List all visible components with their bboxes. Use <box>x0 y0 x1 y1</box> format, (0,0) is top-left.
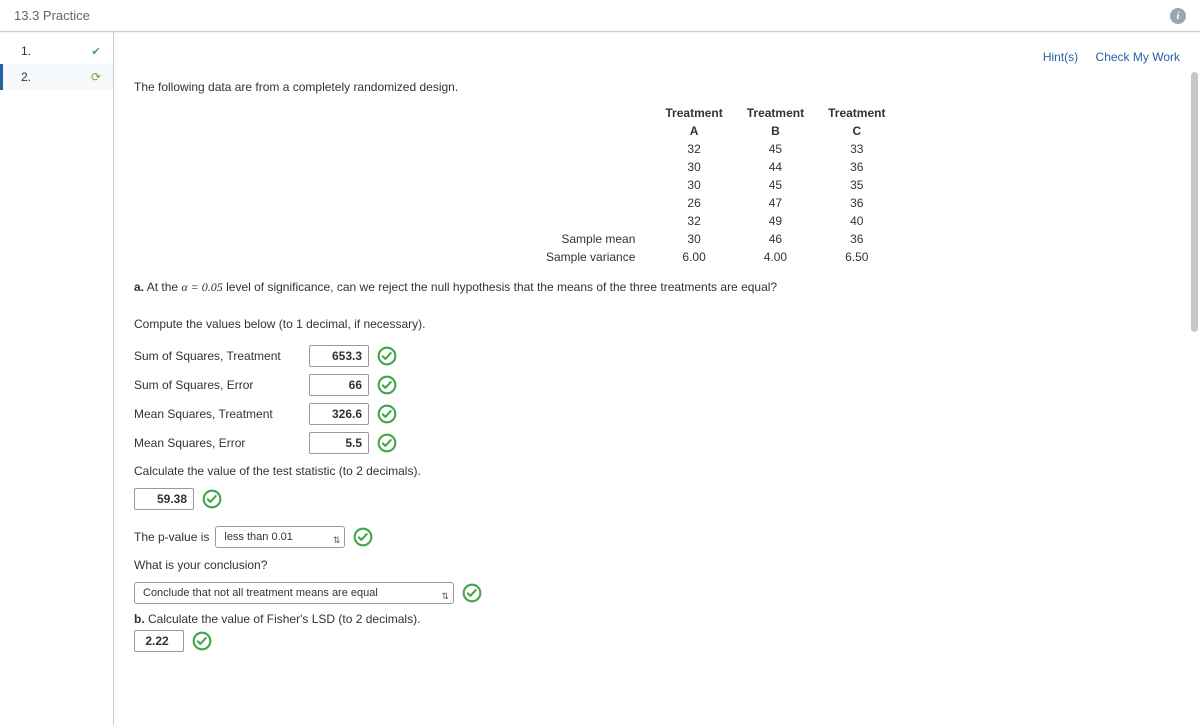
question-a: a. At the α = 0.05 level of significance… <box>134 280 1154 295</box>
main-content: Hint(s) Check My Work The following data… <box>114 32 1200 725</box>
mst-input[interactable]: 326.6 <box>309 403 369 425</box>
conclusion-question: What is your conclusion? <box>134 558 1154 572</box>
page-header: 13.3 Practice i <box>0 0 1200 32</box>
page-title: 13.3 Practice <box>14 8 90 23</box>
mse-input[interactable]: 5.5 <box>309 432 369 454</box>
scrollbar-thumb[interactable] <box>1191 72 1198 332</box>
question-nav: 1. ✔ 2. ⟳ <box>0 32 114 725</box>
data-table: Treatment Treatment Treatment A B C 3245… <box>534 104 1154 266</box>
top-actions: Hint(s) Check My Work <box>1029 50 1180 64</box>
fstat-input[interactable]: 59.38 <box>134 488 194 510</box>
correct-icon <box>377 404 397 424</box>
correct-icon <box>377 375 397 395</box>
compute-instruction: Compute the values below (to 1 decimal, … <box>134 317 1154 331</box>
question-b: b. Calculate the value of Fisher's LSD (… <box>134 612 1154 626</box>
correct-icon <box>462 583 482 603</box>
hints-link[interactable]: Hint(s) <box>1043 50 1078 64</box>
correct-icon <box>192 631 212 651</box>
mst-label: Mean Squares, Treatment <box>134 407 309 421</box>
correct-icon <box>202 489 222 509</box>
var-label: Sample variance <box>534 248 653 266</box>
col-head-a2: A <box>653 122 734 140</box>
conclusion-select[interactable]: Conclude that not all treatment means ar… <box>134 582 454 604</box>
mean-row: Sample mean 304636 <box>534 230 897 248</box>
calc-stat-instruction: Calculate the value of the test statisti… <box>134 464 1154 478</box>
scrollbar[interactable] <box>1189 32 1198 725</box>
intro-text: The following data are from a completely… <box>134 80 1154 94</box>
lsd-input[interactable]: 2.22 <box>134 630 184 652</box>
part-a-label: a. <box>134 280 144 294</box>
pvalue-label: The p-value is <box>134 530 209 544</box>
nav-number: 2. <box>21 70 37 84</box>
table-row: 304535 <box>534 176 897 194</box>
nav-item-2[interactable]: 2. ⟳ <box>0 64 113 90</box>
table-row: 324533 <box>534 140 897 158</box>
part-b-label: b. <box>134 612 145 626</box>
sse-input[interactable]: 66 <box>309 374 369 396</box>
mean-label: Sample mean <box>534 230 653 248</box>
col-head-a1: Treatment <box>653 104 734 122</box>
pvalue-select[interactable]: less than 0.01 <box>215 526 345 548</box>
nav-item-1[interactable]: 1. ✔ <box>0 38 113 64</box>
info-icon[interactable]: i <box>1170 8 1186 24</box>
correct-icon <box>377 346 397 366</box>
mse-label: Mean Squares, Error <box>134 436 309 450</box>
alpha-text: α = 0.05 <box>181 280 222 294</box>
correct-icon <box>377 433 397 453</box>
col-head-b2: B <box>735 122 816 140</box>
col-head-c2: C <box>816 122 897 140</box>
col-head-c1: Treatment <box>816 104 897 122</box>
checkmark-icon: ✔ <box>89 44 103 58</box>
sst-input[interactable]: 653.3 <box>309 345 369 367</box>
nav-number: 1. <box>21 44 37 58</box>
variance-row: Sample variance 6.004.006.50 <box>534 248 897 266</box>
col-head-b1: Treatment <box>735 104 816 122</box>
table-row: 264736 <box>534 194 897 212</box>
sse-label: Sum of Squares, Error <box>134 378 309 392</box>
table-row: 304436 <box>534 158 897 176</box>
table-row: 324940 <box>534 212 897 230</box>
correct-icon <box>353 527 373 547</box>
refresh-icon: ⟳ <box>89 70 103 84</box>
sst-label: Sum of Squares, Treatment <box>134 349 309 363</box>
check-work-link[interactable]: Check My Work <box>1096 50 1180 64</box>
